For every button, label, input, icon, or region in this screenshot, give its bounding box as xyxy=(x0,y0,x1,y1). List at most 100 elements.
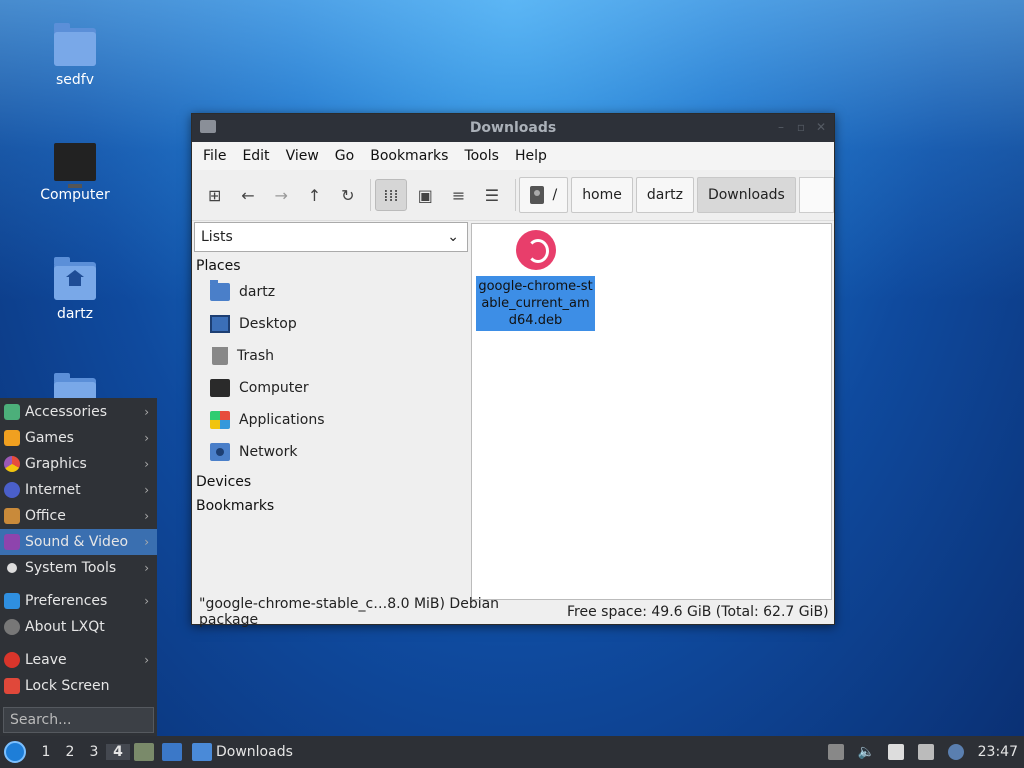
multimedia-icon xyxy=(4,534,20,550)
menu-item-games[interactable]: Games › xyxy=(0,425,157,451)
desktop-icon-dartz[interactable]: dartz xyxy=(25,257,125,322)
start-menu-icon[interactable] xyxy=(4,741,26,763)
forward-icon[interactable]: → xyxy=(267,180,296,210)
places-header[interactable]: Places xyxy=(194,252,468,276)
menu-edit[interactable]: Edit xyxy=(234,148,277,164)
menu-item-office[interactable]: Office › xyxy=(0,503,157,529)
bookmarks-header[interactable]: Bookmarks xyxy=(194,492,468,516)
breadcrumb-label: / xyxy=(552,187,558,203)
menu-item-label: System Tools xyxy=(25,560,117,576)
devices-header[interactable]: Devices xyxy=(194,468,468,492)
path-edit-box[interactable] xyxy=(798,177,835,213)
sidebar-item-computer[interactable]: Computer xyxy=(194,372,468,404)
breadcrumb-home[interactable]: home xyxy=(571,177,633,213)
desktop-icon-sedfv[interactable]: sedfv xyxy=(25,23,125,88)
sidebar-item-trash[interactable]: Trash xyxy=(194,340,468,372)
menu-item-label: Sound & Video xyxy=(25,534,129,550)
back-icon[interactable]: ← xyxy=(233,180,262,210)
info-icon xyxy=(4,619,20,635)
sidebar-item-label: Applications xyxy=(239,412,325,428)
reload-icon[interactable]: ↻ xyxy=(333,180,362,210)
menu-help[interactable]: Help xyxy=(507,148,555,164)
sidebar-item-label: dartz xyxy=(239,284,276,300)
close-icon[interactable]: ✕ xyxy=(814,120,828,134)
menu-item-preferences[interactable]: Preferences › xyxy=(0,588,157,614)
desktop-icon-label: sedfv xyxy=(55,72,94,88)
menu-item-graphics[interactable]: Graphics › xyxy=(0,451,157,477)
power-icon xyxy=(4,652,20,668)
desktop-icon-computer[interactable]: Computer xyxy=(25,143,125,203)
up-icon[interactable]: ↑ xyxy=(300,180,329,210)
titlebar[interactable]: Downloads – ▫ ✕ xyxy=(192,114,834,142)
home-folder-icon xyxy=(210,280,230,301)
debian-package-icon xyxy=(515,230,556,270)
minimize-icon[interactable]: – xyxy=(774,120,788,134)
show-desktop-icon[interactable] xyxy=(162,743,182,761)
toolbar: ⊞ ← → ↑ ↻ ⁞⁞⁞ ▣ ≡ ☰ / home dartz Downloa… xyxy=(192,170,835,221)
clipboard-icon[interactable] xyxy=(887,744,904,760)
menu-view[interactable]: View xyxy=(278,148,327,164)
clock[interactable]: 23:47 xyxy=(978,744,1018,760)
menu-search-input[interactable]: Search... xyxy=(3,707,154,733)
breadcrumb-downloads[interactable]: Downloads xyxy=(696,177,796,213)
file-manager-launcher-icon[interactable] xyxy=(134,743,154,761)
menu-item-label: Lock Screen xyxy=(25,678,110,694)
thumbnail-view-icon[interactable]: ▣ xyxy=(411,180,440,210)
network-status-icon[interactable] xyxy=(917,744,934,760)
applications-icon xyxy=(210,411,230,429)
status-bar: "google-chrome-stable_c…8.0 MiB) Debian … xyxy=(192,596,834,628)
chevron-right-icon: › xyxy=(144,561,149,575)
task-button-downloads[interactable]: Downloads xyxy=(186,737,299,767)
accessories-icon xyxy=(4,404,20,420)
removable-media-icon[interactable] xyxy=(827,744,844,760)
volume-icon[interactable]: 🔈 xyxy=(858,744,875,760)
menu-item-leave[interactable]: Leave › xyxy=(0,647,157,673)
free-space-status: Free space: 49.6 GiB (Total: 62.7 GiB) xyxy=(567,604,829,620)
lock-icon xyxy=(4,678,20,694)
breadcrumb-root[interactable]: / xyxy=(519,177,569,213)
network-icon xyxy=(210,443,230,461)
chevron-right-icon: › xyxy=(144,594,149,608)
menu-go[interactable]: Go xyxy=(327,148,362,164)
sidebar-item-desktop[interactable]: Desktop xyxy=(194,308,468,340)
sidebar-item-label: Network xyxy=(239,444,298,460)
file-item[interactable]: google-chrome-stable_current_amd64.deb xyxy=(476,230,595,331)
new-tab-icon[interactable]: ⊞ xyxy=(200,180,229,210)
sidebar-item-network[interactable]: Network xyxy=(194,436,468,468)
menu-item-about[interactable]: About LXQt xyxy=(0,614,157,640)
games-icon xyxy=(4,430,20,446)
update-notifier-icon[interactable] xyxy=(947,744,964,760)
menu-item-internet[interactable]: Internet › xyxy=(0,477,157,503)
sidebar-item-dartz[interactable]: dartz xyxy=(194,276,468,308)
menubar: File Edit View Go Bookmarks Tools Help xyxy=(192,142,834,170)
start-menu: Accessories › Games › Graphics › Interne… xyxy=(0,398,157,736)
menu-item-label: Office xyxy=(25,508,66,524)
menu-item-label: Graphics xyxy=(25,456,87,472)
detailed-list-icon[interactable]: ☰ xyxy=(477,180,506,210)
office-icon xyxy=(4,508,20,524)
sidebar-item-applications[interactable]: Applications xyxy=(194,404,468,436)
menu-file[interactable]: File xyxy=(195,148,234,164)
menu-tools[interactable]: Tools xyxy=(456,148,507,164)
internet-icon xyxy=(4,482,20,498)
menu-item-sound-video[interactable]: Sound & Video › xyxy=(0,529,157,555)
home-folder-icon xyxy=(54,257,96,300)
workspace-2[interactable]: 2 xyxy=(58,744,82,760)
chevron-right-icon: › xyxy=(144,431,149,445)
menu-item-accessories[interactable]: Accessories › xyxy=(0,399,157,425)
folder-icon xyxy=(192,743,212,761)
compact-view-icon[interactable]: ≡ xyxy=(444,180,473,210)
side-pane-mode-select[interactable]: Lists ⌄ xyxy=(194,222,468,252)
menu-bookmarks[interactable]: Bookmarks xyxy=(362,148,456,164)
breadcrumb-dartz[interactable]: dartz xyxy=(635,177,694,213)
menu-item-lock-screen[interactable]: Lock Screen xyxy=(0,673,157,699)
workspace-4[interactable]: 4 xyxy=(106,744,130,760)
dropdown-value: Lists xyxy=(201,229,233,245)
workspace-1[interactable]: 1 xyxy=(34,744,58,760)
file-view[interactable]: google-chrome-stable_current_amd64.deb xyxy=(471,223,832,600)
maximize-icon[interactable]: ▫ xyxy=(794,120,808,134)
icon-view-icon[interactable]: ⁞⁞⁞ xyxy=(375,179,407,211)
menu-item-system-tools[interactable]: System Tools › xyxy=(0,555,157,581)
workspace-3[interactable]: 3 xyxy=(82,744,106,760)
desktop-icon xyxy=(210,315,230,333)
